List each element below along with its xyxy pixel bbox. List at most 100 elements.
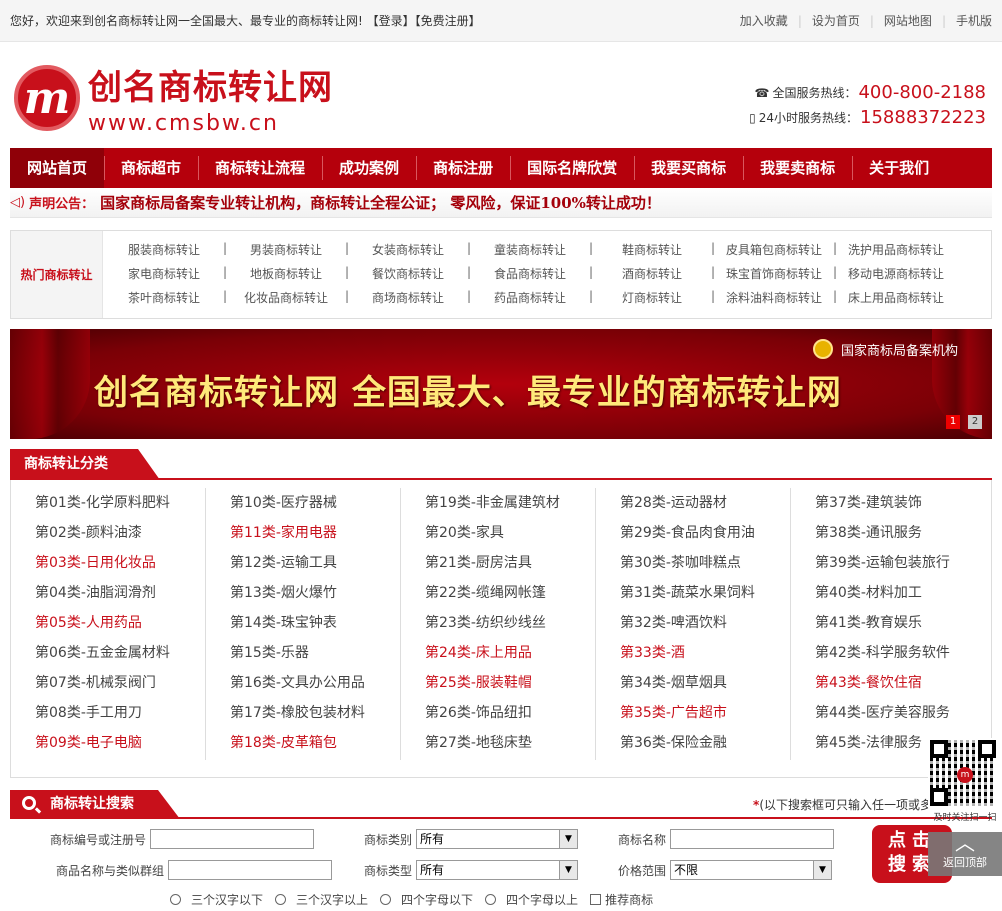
category-link[interactable]: 第37类-建筑装饰	[791, 488, 986, 518]
category-link[interactable]: 第12类-运输工具	[206, 548, 400, 578]
nav-process[interactable]: 商标转让流程	[198, 148, 322, 188]
nav-home[interactable]: 网站首页	[10, 148, 105, 188]
category-link[interactable]: 第04类-油脂润滑剂	[11, 578, 205, 608]
category-link[interactable]: 第21类-厨房洁具	[401, 548, 595, 578]
recommended-checkbox[interactable]: 推荐商标	[590, 891, 653, 908]
nav-buy[interactable]: 我要买商标	[634, 148, 743, 188]
radio-under-3-chars[interactable]: 三个汉字以下	[170, 891, 263, 908]
mobile-version-link[interactable]: 手机版	[956, 12, 992, 29]
category-link[interactable]: 第07类-机械泵阀门	[11, 668, 205, 698]
set-homepage-link[interactable]: 设为首页	[812, 12, 860, 29]
hot-link[interactable]: 商场商标转让	[345, 289, 469, 306]
hot-link[interactable]: 男装商标转让	[223, 241, 347, 258]
category-link[interactable]: 第08类-手工用刀	[11, 698, 205, 728]
goods-input[interactable]	[168, 860, 333, 880]
category-link[interactable]: 第31类-蔬菜水果饲料	[596, 578, 790, 608]
category-link[interactable]: 第36类-保险金融	[596, 728, 790, 758]
add-favorite-link[interactable]: 加入收藏	[740, 12, 788, 29]
category-link[interactable]: 第41类-教育娱乐	[791, 608, 986, 638]
hot-link[interactable]: 皮具箱包商标转让	[711, 241, 835, 258]
hot-link[interactable]: 涂料油料商标转让	[711, 289, 835, 306]
hot-link[interactable]: 药品商标转让	[467, 289, 591, 306]
category-link[interactable]: 第39类-运输包装旅行	[791, 548, 986, 578]
hot-link[interactable]: 灯商标转让	[589, 289, 713, 306]
category-link[interactable]: 第26类-饰品纽扣	[401, 698, 595, 728]
nav-register[interactable]: 商标注册	[416, 148, 510, 188]
type-select[interactable]: 所有 ▼	[416, 860, 579, 880]
hot-link[interactable]: 鞋商标转让	[589, 241, 713, 258]
category-link[interactable]: 第25类-服装鞋帽	[401, 668, 595, 698]
hot-link[interactable]: 家电商标转让	[103, 265, 225, 282]
category-link[interactable]: 第22类-缆绳网帐篷	[401, 578, 595, 608]
category-link[interactable]: 第20类-家具	[401, 518, 595, 548]
nav-cases[interactable]: 成功案例	[322, 148, 416, 188]
category-link[interactable]: 第02类-颜料油漆	[11, 518, 205, 548]
category-link[interactable]: 第34类-烟草烟具	[596, 668, 790, 698]
category-link[interactable]: 第29类-食品肉食用油	[596, 518, 790, 548]
category-link[interactable]: 第13类-烟火爆竹	[206, 578, 400, 608]
category-link[interactable]: 第10类-医疗器械	[206, 488, 400, 518]
category-link[interactable]: 第30类-茶咖啡糕点	[596, 548, 790, 578]
category-link[interactable]: 第23类-纺织纱线丝	[401, 608, 595, 638]
radio-over-4-letters[interactable]: 四个字母以上	[485, 891, 578, 908]
category-link[interactable]: 第40类-材料加工	[791, 578, 986, 608]
category-link[interactable]: 第15类-乐器	[206, 638, 400, 668]
hot-link[interactable]: 食品商标转让	[467, 265, 591, 282]
hot-link[interactable]: 移动电源商标转让	[833, 265, 957, 282]
hot-link[interactable]: 地板商标转让	[223, 265, 347, 282]
hot-link[interactable]: 女装商标转让	[345, 241, 469, 258]
category-link[interactable]: 第19类-非金属建筑材	[401, 488, 595, 518]
category-link[interactable]: 第18类-皮革箱包	[206, 728, 400, 758]
category-link[interactable]: 第28类-运动器材	[596, 488, 790, 518]
category-link[interactable]: 第06类-五金金属材料	[11, 638, 205, 668]
qr-code-float[interactable]: m 及时关注扫一扫	[928, 738, 1002, 823]
category-link[interactable]: 第35类-广告超市	[596, 698, 790, 728]
category-link[interactable]: 第01类-化学原料肥料	[11, 488, 205, 518]
login-link[interactable]: 【登录】	[367, 14, 415, 28]
hot-link[interactable]: 服装商标转让	[103, 241, 225, 258]
hot-link[interactable]: 床上用品商标转让	[833, 289, 957, 306]
category-link[interactable]: 第33类-酒	[596, 638, 790, 668]
back-to-top-button[interactable]: ︿ 返回顶部	[928, 832, 1002, 876]
hot-link[interactable]: 珠宝首饰商标转让	[711, 265, 835, 282]
category-link[interactable]: 第16类-文具办公用品	[206, 668, 400, 698]
nav-market[interactable]: 商标超市	[104, 148, 198, 188]
category-grid: 第01类-化学原料肥料 第02类-颜料油漆 第03类-日用化妆品 第04类-油脂润滑剂…	[10, 480, 992, 778]
hot-link[interactable]: 洗护用品商标转让	[833, 241, 957, 258]
category-link[interactable]: 第24类-床上用品	[401, 638, 595, 668]
category-link[interactable]: 第09类-电子电脑	[11, 728, 205, 758]
category-link[interactable]: 第11类-家用电器	[206, 518, 400, 548]
hot-link[interactable]: 餐饮商标转让	[345, 265, 469, 282]
banner-page-2[interactable]: 2	[968, 415, 982, 429]
radio-under-4-letters[interactable]: 四个字母以下	[380, 891, 473, 908]
nav-sell[interactable]: 我要卖商标	[743, 148, 852, 188]
radio-over-3-chars[interactable]: 三个汉字以上	[275, 891, 368, 908]
hot-link[interactable]: 茶叶商标转让	[103, 289, 225, 306]
register-link[interactable]: 【免费注册】	[415, 14, 481, 28]
name-input[interactable]	[670, 829, 835, 849]
category-link[interactable]: 第05类-人用药品	[11, 608, 205, 638]
note-text: (以下搜索框可只输入任一项或多	[759, 798, 932, 812]
nav-about[interactable]: 关于我们	[852, 148, 946, 188]
category-link[interactable]: 第03类-日用化妆品	[11, 548, 205, 578]
category-link[interactable]: 第38类-通讯服务	[791, 518, 986, 548]
banner-badge-text: 国家商标局备案机构	[840, 343, 958, 359]
hot-link[interactable]: 童装商标转让	[467, 241, 591, 258]
category-link[interactable]: 第27类-地毯床垫	[401, 728, 595, 758]
price-select[interactable]: 不限 ▼	[670, 860, 833, 880]
sitemap-link[interactable]: 网站地图	[884, 12, 932, 29]
category-link[interactable]: 第42类-科学服务软件	[791, 638, 986, 668]
category-link[interactable]: 第32类-啤酒饮料	[596, 608, 790, 638]
regno-input[interactable]	[150, 829, 315, 849]
category-link[interactable]: 第17类-橡胶包装材料	[206, 698, 400, 728]
category-link[interactable]: 第43类-餐饮住宿	[791, 668, 986, 698]
hot-link[interactable]: 化妆品商标转让	[223, 289, 347, 306]
hot-link[interactable]: 酒商标转让	[589, 265, 713, 282]
nav-brands[interactable]: 国际名牌欣赏	[510, 148, 634, 188]
banner-page-1[interactable]: 1	[946, 415, 960, 429]
site-logo[interactable]: m 创名商标转让网 www.cmsbw.cn	[14, 60, 333, 136]
class-select[interactable]: 所有 ▼	[416, 829, 579, 849]
category-link[interactable]: 第14类-珠宝钟表	[206, 608, 400, 638]
banner[interactable]: 国家商标局备案机构 创名商标转让网 全国最大、最专业的商标转让网 1 2	[10, 329, 992, 439]
category-link[interactable]: 第44类-医疗美容服务	[791, 698, 986, 728]
